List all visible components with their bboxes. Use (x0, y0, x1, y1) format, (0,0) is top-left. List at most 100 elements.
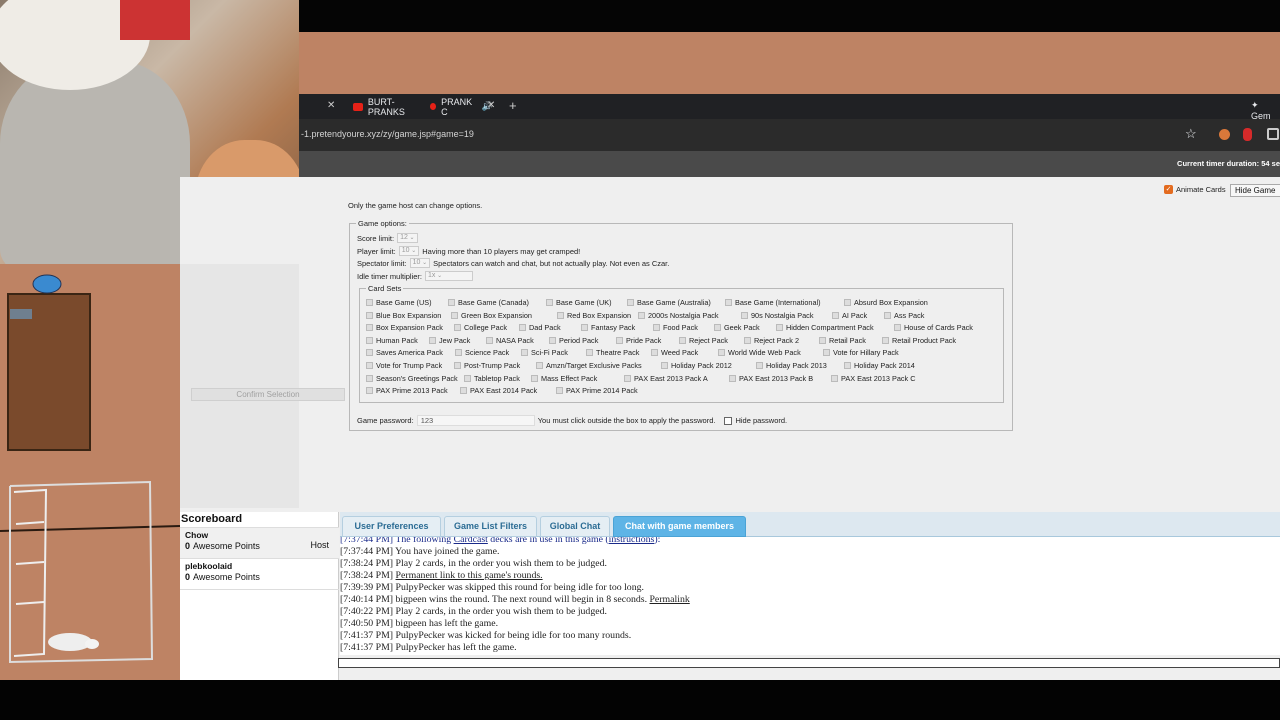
url-field[interactable]: -1.pretendyoure.xyz/zy/game.jsp#game=19 (301, 129, 474, 139)
card-set-option[interactable]: Green Box Expansion (451, 311, 532, 320)
card-set-checkbox[interactable] (429, 336, 436, 344)
game-password-input[interactable]: 123 (416, 415, 535, 426)
card-set-checkbox[interactable] (661, 362, 668, 369)
idle-timer-select[interactable]: 1x (425, 271, 474, 281)
card-set-checkbox[interactable] (725, 299, 732, 306)
score-limit-select[interactable]: 12 (397, 233, 418, 243)
card-set-checkbox[interactable] (460, 387, 467, 395)
bookmark-star-icon[interactable]: ☆ (1185, 126, 1197, 142)
new-tab-button[interactable]: + (509, 98, 517, 113)
card-set-option[interactable]: World Wide Web Pack (718, 348, 801, 357)
animate-cards-toggle[interactable]: ✓ Animate Cards (1164, 185, 1226, 194)
card-set-option[interactable]: Mass Effect Pack (531, 374, 597, 383)
card-set-checkbox[interactable] (624, 374, 631, 382)
chat-input[interactable] (338, 658, 1280, 668)
card-set-checkbox[interactable] (679, 336, 686, 344)
card-set-checkbox[interactable] (366, 336, 373, 344)
card-set-option[interactable]: Human Pack (366, 336, 418, 345)
card-set-option[interactable]: Retail Pack (819, 336, 866, 345)
card-set-checkbox[interactable] (651, 349, 658, 357)
card-set-option[interactable]: PAX Prime 2014 Pack (556, 386, 638, 395)
card-set-option[interactable]: Absurd Box Expansion (844, 298, 928, 307)
card-set-option[interactable]: PAX East 2013 Pack C (831, 374, 916, 383)
player-limit-select[interactable]: 10 (398, 246, 420, 256)
card-set-checkbox[interactable] (557, 311, 564, 319)
card-set-checkbox[interactable] (882, 336, 889, 344)
card-set-option[interactable]: Holiday Pack 2014 (844, 361, 915, 370)
card-set-option[interactable]: Tabletop Pack (464, 374, 520, 383)
tab-game-list-filters[interactable]: Game List Filters (444, 516, 537, 537)
card-set-checkbox[interactable] (455, 349, 462, 357)
card-set-option[interactable]: Food Pack (653, 323, 698, 332)
card-set-checkbox[interactable] (366, 349, 373, 357)
cardcast-link[interactable]: Cardcast (454, 537, 488, 545)
card-set-checkbox[interactable] (454, 362, 461, 369)
card-set-option[interactable]: Period Pack (549, 336, 598, 345)
card-set-checkbox[interactable] (536, 362, 543, 369)
card-set-option[interactable]: Retail Product Pack (882, 336, 956, 345)
close-tab-icon[interactable]: ✕ (327, 100, 335, 111)
checkbox-checked-icon[interactable]: ✓ (1164, 185, 1173, 194)
card-set-option[interactable]: Ass Pack (884, 311, 924, 320)
card-set-option[interactable]: Base Game (US) (366, 298, 432, 307)
card-set-checkbox[interactable] (448, 299, 455, 306)
confirm-selection-button[interactable]: Confirm Selection (191, 388, 345, 401)
card-set-checkbox[interactable] (653, 324, 660, 332)
card-set-option[interactable]: NASA Pack (486, 336, 534, 345)
card-set-option[interactable]: Vote for Trump Pack (366, 361, 442, 370)
card-set-option[interactable]: PAX East 2013 Pack A (624, 374, 708, 383)
card-set-checkbox[interactable] (581, 324, 588, 332)
card-set-option[interactable]: Science Pack (455, 348, 509, 357)
card-set-option[interactable]: Base Game (UK) (546, 298, 612, 307)
card-set-option[interactable]: House of Cards Pack (894, 323, 973, 332)
tab-global-chat[interactable]: Global Chat (540, 516, 610, 537)
card-set-checkbox[interactable] (741, 311, 748, 319)
card-set-option[interactable]: Holiday Pack 2012 (661, 361, 732, 370)
hide-password-checkbox[interactable] (724, 416, 733, 425)
card-set-checkbox[interactable] (366, 387, 373, 395)
card-set-option[interactable]: Vote for Hillary Pack (823, 348, 899, 357)
card-set-option[interactable]: Reject Pack (679, 336, 728, 345)
card-set-checkbox[interactable] (531, 374, 538, 382)
card-set-checkbox[interactable] (549, 336, 556, 344)
card-set-option[interactable]: Jew Pack (429, 336, 470, 345)
instructions-link[interactable]: instructions (609, 537, 655, 545)
gemini-button[interactable]: ✦ Gem (1251, 100, 1280, 121)
hide-game-button[interactable]: Hide Game (1230, 184, 1280, 197)
card-set-checkbox[interactable] (819, 336, 826, 344)
card-set-checkbox[interactable] (366, 362, 373, 369)
card-set-option[interactable]: Post-Trump Pack (454, 361, 520, 370)
close-tab-icon[interactable]: ✕ (487, 100, 495, 111)
card-set-checkbox[interactable] (454, 324, 461, 332)
card-set-checkbox[interactable] (884, 311, 891, 319)
card-set-checkbox[interactable] (844, 299, 851, 306)
card-set-option[interactable]: Box Expansion Pack (366, 323, 443, 332)
card-set-checkbox[interactable] (521, 349, 528, 357)
card-set-checkbox[interactable] (451, 311, 458, 319)
card-set-option[interactable]: 90s Nostalgia Pack (741, 311, 813, 320)
card-set-option[interactable]: Theatre Pack (586, 348, 639, 357)
card-set-option[interactable]: Season's Greetings Pack (366, 374, 458, 383)
card-set-checkbox[interactable] (718, 349, 725, 357)
card-set-option[interactable]: PAX East 2014 Pack (460, 386, 537, 395)
card-set-option[interactable]: Red Box Expansion (557, 311, 631, 320)
card-set-option[interactable]: PAX East 2013 Pack B (729, 374, 813, 383)
tab-user-preferences[interactable]: User Preferences (342, 516, 441, 537)
card-set-checkbox[interactable] (366, 299, 373, 306)
card-set-option[interactable]: Blue Box Expansion (366, 311, 441, 320)
card-set-option[interactable]: Holiday Pack 2013 (756, 361, 827, 370)
card-set-checkbox[interactable] (823, 349, 830, 357)
card-set-checkbox[interactable] (714, 324, 721, 332)
browser-tab-active[interactable]: BURT-PRANKS PRANK C 🔊 (343, 94, 493, 119)
card-set-checkbox[interactable] (616, 336, 623, 344)
card-set-option[interactable]: Base Game (International) (725, 298, 821, 307)
card-set-option[interactable]: Pride Pack (616, 336, 661, 345)
extension-icon[interactable] (1243, 128, 1252, 141)
card-set-option[interactable]: Reject Pack 2 (744, 336, 799, 345)
card-set-checkbox[interactable] (366, 311, 373, 319)
card-set-option[interactable]: Fantasy Pack (581, 323, 635, 332)
card-set-option[interactable]: Base Game (Australia) (627, 298, 711, 307)
card-set-checkbox[interactable] (756, 362, 763, 369)
card-set-option[interactable]: Amzn/Target Exclusive Packs (536, 361, 642, 370)
card-set-checkbox[interactable] (744, 336, 751, 344)
